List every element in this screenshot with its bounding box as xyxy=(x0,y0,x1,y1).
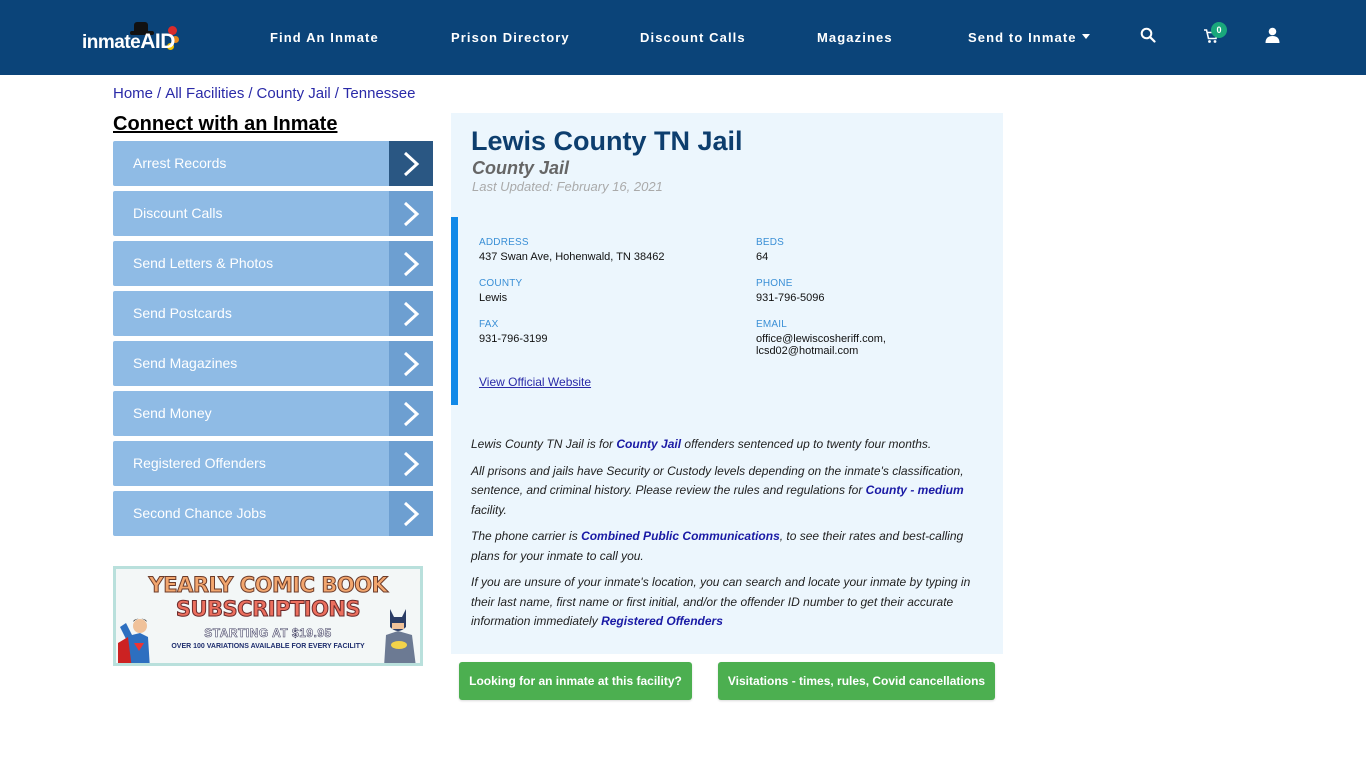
facility-panel: Lewis County TN Jail County Jail Last Up… xyxy=(451,113,1003,654)
phone-field: PHONE 931-796-5096 xyxy=(756,278,1016,304)
description-text: facility. xyxy=(471,502,507,517)
comic-subscription-promo-banner[interactable]: YEARLY COMIC BOOK SUBSCRIPTIONS STARTING… xyxy=(113,566,423,666)
sidebar-title: Connect with an Inmate xyxy=(113,113,338,135)
user-icon[interactable] xyxy=(1265,27,1283,45)
sidebar-item-second-chance-jobs[interactable]: Second Chance Jobs xyxy=(113,491,433,536)
breadcrumb-separator: / xyxy=(157,85,162,102)
chevron-right-icon xyxy=(389,191,433,236)
find-inmate-at-facility-button[interactable]: Looking for an inmate at this facility? xyxy=(459,662,692,700)
description-paragraph: All prisons and jails have Security or C… xyxy=(471,462,986,521)
nav-send-to-inmate[interactable]: Send to Inmate xyxy=(968,30,1090,45)
address-field: ADDRESS 437 Swan Ave, Hohenwald, TN 3846… xyxy=(479,237,739,263)
sidebar-item-send-postcards[interactable]: Send Postcards xyxy=(113,291,433,336)
beds-field: BEDS 64 xyxy=(756,237,1016,263)
phone-value[interactable]: 931-796-5096 xyxy=(756,292,1016,304)
description-paragraph: The phone carrier is Combined Public Com… xyxy=(471,527,986,566)
email-field: EMAIL office@lewiscosheriff.com, lcsd02@h… xyxy=(756,319,1016,357)
phone-label: PHONE xyxy=(756,278,793,289)
county-medium-link[interactable]: County - medium xyxy=(866,483,964,497)
caret-down-icon xyxy=(1081,34,1090,40)
sidebar-item-label: Send Postcards xyxy=(133,305,232,321)
logo-text-accent: AID xyxy=(140,30,175,53)
beds-label: BEDS xyxy=(756,237,785,248)
sidebar-item-label: Send Letters & Photos xyxy=(133,255,274,271)
sidebar-menu: Arrest Records Discount Calls Send Lette… xyxy=(113,141,433,541)
facility-name: Lewis County TN Jail xyxy=(471,126,743,156)
chevron-right-icon xyxy=(389,491,433,536)
nav-find-an-inmate[interactable]: Find An Inmate xyxy=(270,30,379,45)
description-text: Lewis County TN Jail is for xyxy=(471,437,617,451)
breadcrumb-all-facilities[interactable]: All Facilities xyxy=(165,85,244,102)
chevron-right-icon xyxy=(389,291,433,336)
last-updated: Last Updated: February 16, 2021 xyxy=(472,179,663,194)
facility-type: County Jail xyxy=(472,158,570,178)
top-navigation-bar: inmateAID Find An Inmate Prison Director… xyxy=(0,0,1366,75)
view-official-website-link[interactable]: View Official Website xyxy=(479,375,591,389)
nav-magazines[interactable]: Magazines xyxy=(817,30,893,45)
facility-info-box: ADDRESS 437 Swan Ave, Hohenwald, TN 3846… xyxy=(451,217,1003,405)
promo-price: STARTING AT $19.95 xyxy=(204,626,332,641)
sidebar-item-send-magazines[interactable]: Send Magazines xyxy=(113,341,433,386)
county-jail-link[interactable]: County Jail xyxy=(616,437,681,451)
sidebar-item-label: Arrest Records xyxy=(133,155,227,171)
nav-discount-calls[interactable]: Discount Calls xyxy=(640,30,746,45)
chevron-right-icon xyxy=(389,341,433,386)
search-icon[interactable] xyxy=(1140,27,1158,45)
promo-headline-line2: SUBSCRIPTIONS xyxy=(175,597,361,622)
email-label: EMAIL xyxy=(756,319,788,330)
breadcrumb-separator: / xyxy=(248,85,253,102)
breadcrumb-home[interactable]: Home xyxy=(113,85,153,102)
sidebar-item-discount-calls[interactable]: Discount Calls xyxy=(113,191,433,236)
chevron-right-icon xyxy=(389,241,433,286)
breadcrumb-separator: / xyxy=(334,85,339,102)
description-paragraph: Lewis County TN Jail is for County Jail … xyxy=(471,435,986,455)
breadcrumb: Home / All Facilities / County Jail / Tennesse… xyxy=(113,85,415,102)
logo-text: inmateAID xyxy=(82,30,175,54)
breadcrumb-county-jail[interactable]: County Jail xyxy=(257,85,331,102)
sidebar-item-label: Send Magazines xyxy=(133,355,238,371)
nav-send-to-inmate-label: Send to Inmate xyxy=(968,30,1077,45)
sidebar-item-label: Second Chance Jobs xyxy=(133,505,267,521)
fax-label: FAX xyxy=(479,319,499,330)
promo-headline-line1: YEARLY COMIC BOOK xyxy=(148,573,388,598)
email-primary[interactable]: office@lewiscosheriff.com, xyxy=(756,333,886,345)
sidebar-item-send-money[interactable]: Send Money xyxy=(113,391,433,436)
promo-subtext: OVER 100 VARIATIONS AVAILABLE FOR EVERY … xyxy=(171,643,365,650)
description-paragraph: If you are unsure of your inmate's locat… xyxy=(471,573,986,632)
sidebar-item-label: Discount Calls xyxy=(133,205,223,221)
county-field: COUNTY Lewis xyxy=(479,278,739,304)
address-value: 437 Swan Ave, Hohenwald, TN 38462 xyxy=(479,251,665,263)
beds-value: 64 xyxy=(756,251,769,263)
description-text: The phone carrier is xyxy=(471,529,582,543)
nav-prison-directory[interactable]: Prison Directory xyxy=(451,30,570,45)
logo-text-main: inmate xyxy=(82,32,141,53)
site-logo[interactable]: inmateAID xyxy=(82,22,182,56)
county-label: COUNTY xyxy=(479,278,523,289)
fax-field: FAX 931-796-3199 xyxy=(479,319,739,345)
email-secondary[interactable]: lcsd02@hotmail.com xyxy=(756,345,858,357)
registered-offenders-link[interactable]: Registered Offenders xyxy=(601,614,723,628)
description-text: offenders sentenced up to twenty four mo… xyxy=(681,437,932,451)
county-value: Lewis xyxy=(479,292,508,304)
visitations-button[interactable]: Visitations - times, rules, Covid cancel… xyxy=(718,662,995,700)
chevron-right-icon xyxy=(389,441,433,486)
chevron-right-icon xyxy=(389,141,433,186)
sidebar-item-arrest-records[interactable]: Arrest Records xyxy=(113,141,433,186)
fax-value: 931-796-3199 xyxy=(479,333,548,345)
sidebar-item-registered-offenders[interactable]: Registered Offenders xyxy=(113,441,433,486)
phone-carrier-link[interactable]: Combined Public Communications xyxy=(581,529,780,543)
email-value[interactable]: office@lewiscosheriff.com, lcsd02@hotmail… xyxy=(756,333,1016,357)
cart-count-badge: 0 xyxy=(1211,22,1227,38)
address-label: ADDRESS xyxy=(479,237,529,248)
sidebar-item-label: Registered Offenders xyxy=(133,455,266,471)
chevron-right-icon xyxy=(389,391,433,436)
breadcrumb-tennessee[interactable]: Tennessee xyxy=(343,85,416,102)
sidebar-item-send-letters-photos[interactable]: Send Letters & Photos xyxy=(113,241,433,286)
facility-description: Lewis County TN Jail is for County Jail … xyxy=(471,435,986,639)
sidebar-item-label: Send Money xyxy=(133,405,212,421)
